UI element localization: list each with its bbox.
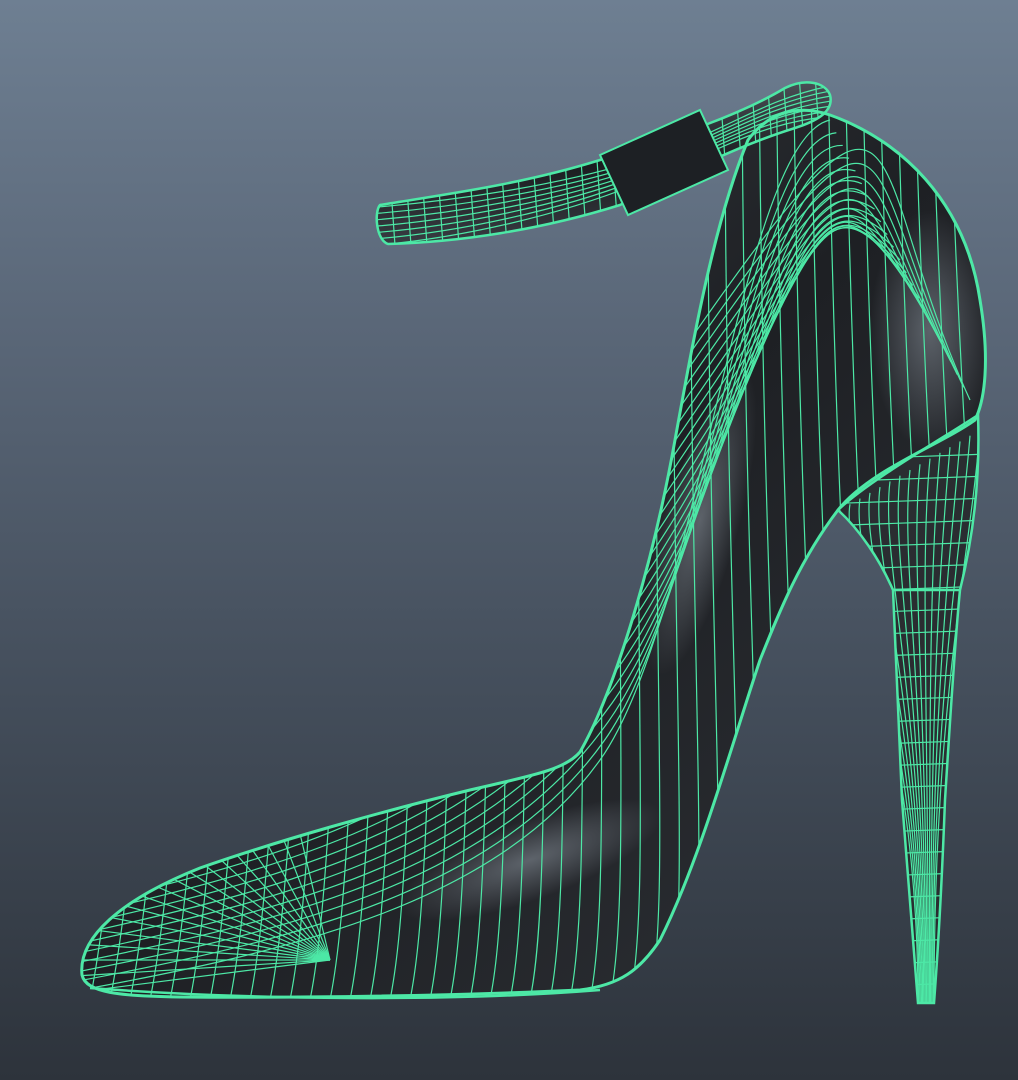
heel-mesh-ring bbox=[838, 981, 979, 989]
strap-mesh-cross bbox=[525, 82, 541, 245]
heel-mesh-ring bbox=[838, 937, 979, 945]
strap-mesh-cross bbox=[557, 82, 573, 245]
mesh-edge-transverse bbox=[109, 110, 188, 998]
strap-mesh-cross bbox=[541, 82, 557, 245]
strap-mesh-cross bbox=[573, 82, 589, 245]
heel-mesh-ring bbox=[838, 959, 979, 967]
heel-mesh-ring bbox=[838, 871, 979, 879]
viewport-canvas[interactable] bbox=[0, 0, 1018, 1080]
shoe-shaded-surface[interactable] bbox=[81, 82, 990, 1003]
heel-mesh-ring bbox=[838, 893, 979, 901]
mesh-edge-transverse bbox=[129, 110, 206, 998]
heel-mesh-ring bbox=[838, 915, 979, 923]
3d-viewport[interactable] bbox=[0, 0, 1018, 1080]
mesh-edge-transverse bbox=[89, 110, 171, 998]
